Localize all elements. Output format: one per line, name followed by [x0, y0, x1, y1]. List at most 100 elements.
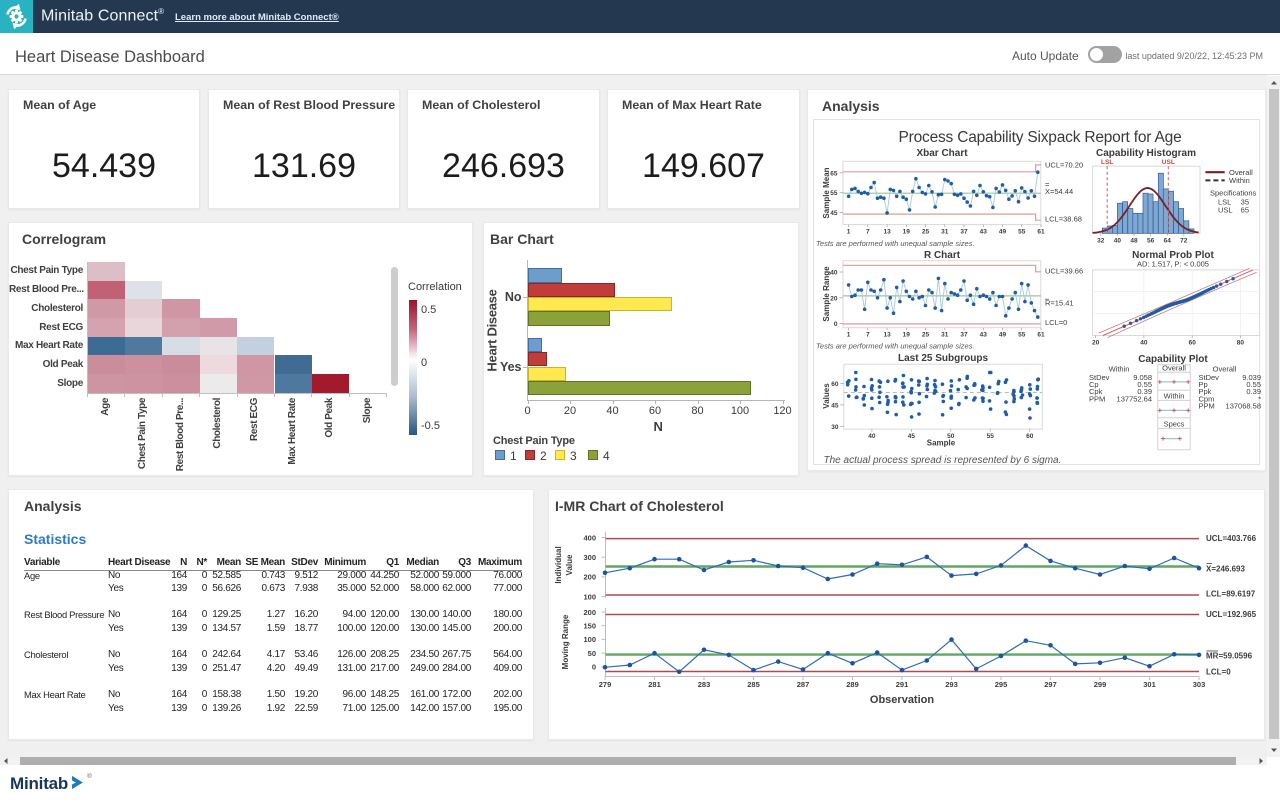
svg-text:45: 45 — [830, 210, 838, 217]
svg-text:Within: Within — [1109, 365, 1130, 374]
svg-text:303: 303 — [1193, 680, 1206, 689]
svg-text:PPM: PPM — [1089, 394, 1105, 403]
svg-text:293: 293 — [945, 680, 958, 689]
svg-text:Process Capability Sixpack Rep: Process Capability Sixpack Report for Ag… — [899, 129, 1182, 146]
svg-text:30: 30 — [831, 424, 839, 431]
svg-text:LSL: LSL — [1101, 159, 1113, 166]
svg-text:MR=59.0596: MR=59.0596 — [1206, 652, 1253, 661]
svg-text:400: 400 — [583, 533, 596, 542]
svg-text:283: 283 — [698, 680, 711, 689]
svg-text:45: 45 — [831, 402, 839, 409]
svg-text:13: 13 — [883, 229, 891, 236]
svg-text:137068.58: 137068.58 — [1226, 402, 1261, 411]
svg-text:137752.64: 137752.64 — [1117, 394, 1152, 403]
svg-text:100: 100 — [583, 592, 596, 601]
svg-text:19: 19 — [903, 229, 911, 236]
svg-text:Within: Within — [1164, 392, 1185, 401]
svg-text:61: 61 — [1037, 229, 1045, 236]
svg-text:Sample: Sample — [927, 439, 956, 448]
svg-text:150: 150 — [583, 622, 596, 631]
svg-text:80: 80 — [1237, 340, 1245, 347]
svg-text:7: 7 — [866, 229, 870, 236]
svg-text:LCL=0: LCL=0 — [1206, 667, 1231, 676]
svg-text:37: 37 — [960, 229, 968, 236]
svg-text:43: 43 — [980, 229, 988, 236]
svg-text:61: 61 — [1037, 332, 1045, 339]
svg-text:32: 32 — [1097, 237, 1105, 244]
svg-text:45: 45 — [908, 433, 916, 440]
svg-text:65: 65 — [1241, 206, 1249, 215]
svg-text:295: 295 — [995, 680, 1008, 689]
svg-text:60: 60 — [831, 381, 839, 388]
svg-text:65: 65 — [830, 170, 838, 177]
svg-text:The actual process spread is r: The actual process spread is represented… — [824, 455, 1062, 466]
svg-text:55: 55 — [987, 433, 995, 440]
svg-text:X=54.44: X=54.44 — [1045, 187, 1073, 196]
svg-text:31: 31 — [941, 332, 949, 339]
svg-text:Tests are performed with unequ: Tests are performed with unequal sample … — [816, 342, 975, 351]
svg-text:43: 43 — [980, 332, 988, 339]
svg-text:UCL=39.66: UCL=39.66 — [1045, 267, 1083, 276]
svg-text:Sample Range: Sample Range — [822, 266, 831, 322]
svg-text:USL: USL — [1218, 206, 1233, 215]
svg-text:19: 19 — [903, 332, 911, 339]
svg-text:PPM: PPM — [1199, 402, 1215, 411]
svg-text:LCL=38.68: LCL=38.68 — [1045, 215, 1082, 224]
svg-text:Sample Mean: Sample Mean — [822, 167, 831, 218]
svg-text:297: 297 — [1044, 680, 1057, 689]
svg-text:Within: Within — [1229, 176, 1250, 185]
svg-text:40: 40 — [868, 433, 876, 440]
svg-text:AD: 1.517, P: < 0.005: AD: 1.517, P: < 0.005 — [1137, 260, 1209, 269]
svg-text:285: 285 — [747, 680, 760, 689]
svg-text:Specs: Specs — [1164, 420, 1185, 429]
svg-text:40: 40 — [1140, 340, 1148, 347]
svg-text:55: 55 — [1018, 332, 1026, 339]
svg-text:56: 56 — [1147, 237, 1155, 244]
svg-text:R Chart: R Chart — [924, 250, 961, 261]
svg-text:64: 64 — [1164, 237, 1172, 244]
svg-text:13: 13 — [883, 332, 891, 339]
svg-text:UCL=70.20: UCL=70.20 — [1045, 161, 1083, 170]
svg-text:289: 289 — [846, 680, 859, 689]
svg-text:R=15.41: R=15.41 — [1045, 299, 1074, 308]
svg-text:Values: Values — [822, 383, 831, 409]
svg-text:40: 40 — [1114, 237, 1122, 244]
svg-text:Last 25 Subgroups: Last 25 Subgroups — [898, 353, 988, 364]
svg-text:55: 55 — [1018, 229, 1026, 236]
svg-text:100: 100 — [583, 635, 596, 644]
svg-text:299: 299 — [1094, 680, 1107, 689]
svg-text:50: 50 — [588, 649, 596, 658]
svg-text:Observation: Observation — [870, 694, 934, 706]
svg-text:7: 7 — [866, 332, 870, 339]
svg-text:25: 25 — [922, 229, 930, 236]
svg-text:20: 20 — [1092, 340, 1100, 347]
svg-text:300: 300 — [583, 553, 596, 562]
svg-text:49: 49 — [999, 229, 1007, 236]
svg-text:200: 200 — [583, 573, 596, 582]
svg-text:LCL=89.6197: LCL=89.6197 — [1206, 590, 1256, 599]
svg-text:279: 279 — [599, 680, 612, 689]
svg-text:1: 1 — [847, 332, 851, 339]
svg-text:UCL=403.766: UCL=403.766 — [1206, 534, 1257, 543]
svg-text:Specifications: Specifications — [1210, 189, 1257, 198]
svg-text:Overall: Overall — [1162, 364, 1186, 373]
svg-text:USL: USL — [1162, 159, 1175, 166]
svg-text:72: 72 — [1180, 237, 1188, 244]
svg-text:Value: Value — [565, 554, 574, 575]
svg-text:281: 281 — [648, 680, 661, 689]
svg-text:Individual: Individual — [554, 546, 563, 583]
svg-text:301: 301 — [1143, 680, 1156, 689]
svg-text:40: 40 — [830, 270, 838, 277]
svg-text:Tests are performed with unequ: Tests are performed with unequal sample … — [816, 239, 975, 248]
svg-text:31: 31 — [941, 229, 949, 236]
svg-text:287: 287 — [797, 680, 810, 689]
svg-text:49: 49 — [999, 332, 1007, 339]
svg-text:60: 60 — [1189, 340, 1197, 347]
svg-text:LCL=0: LCL=0 — [1045, 318, 1067, 327]
svg-text:200: 200 — [583, 608, 596, 617]
svg-text:Moving Range: Moving Range — [561, 614, 570, 669]
svg-text:0: 0 — [834, 321, 838, 328]
svg-text:37: 37 — [960, 332, 968, 339]
svg-text:UCL=192.965: UCL=192.965 — [1206, 610, 1257, 619]
svg-text:Xbar Chart: Xbar Chart — [916, 148, 968, 159]
